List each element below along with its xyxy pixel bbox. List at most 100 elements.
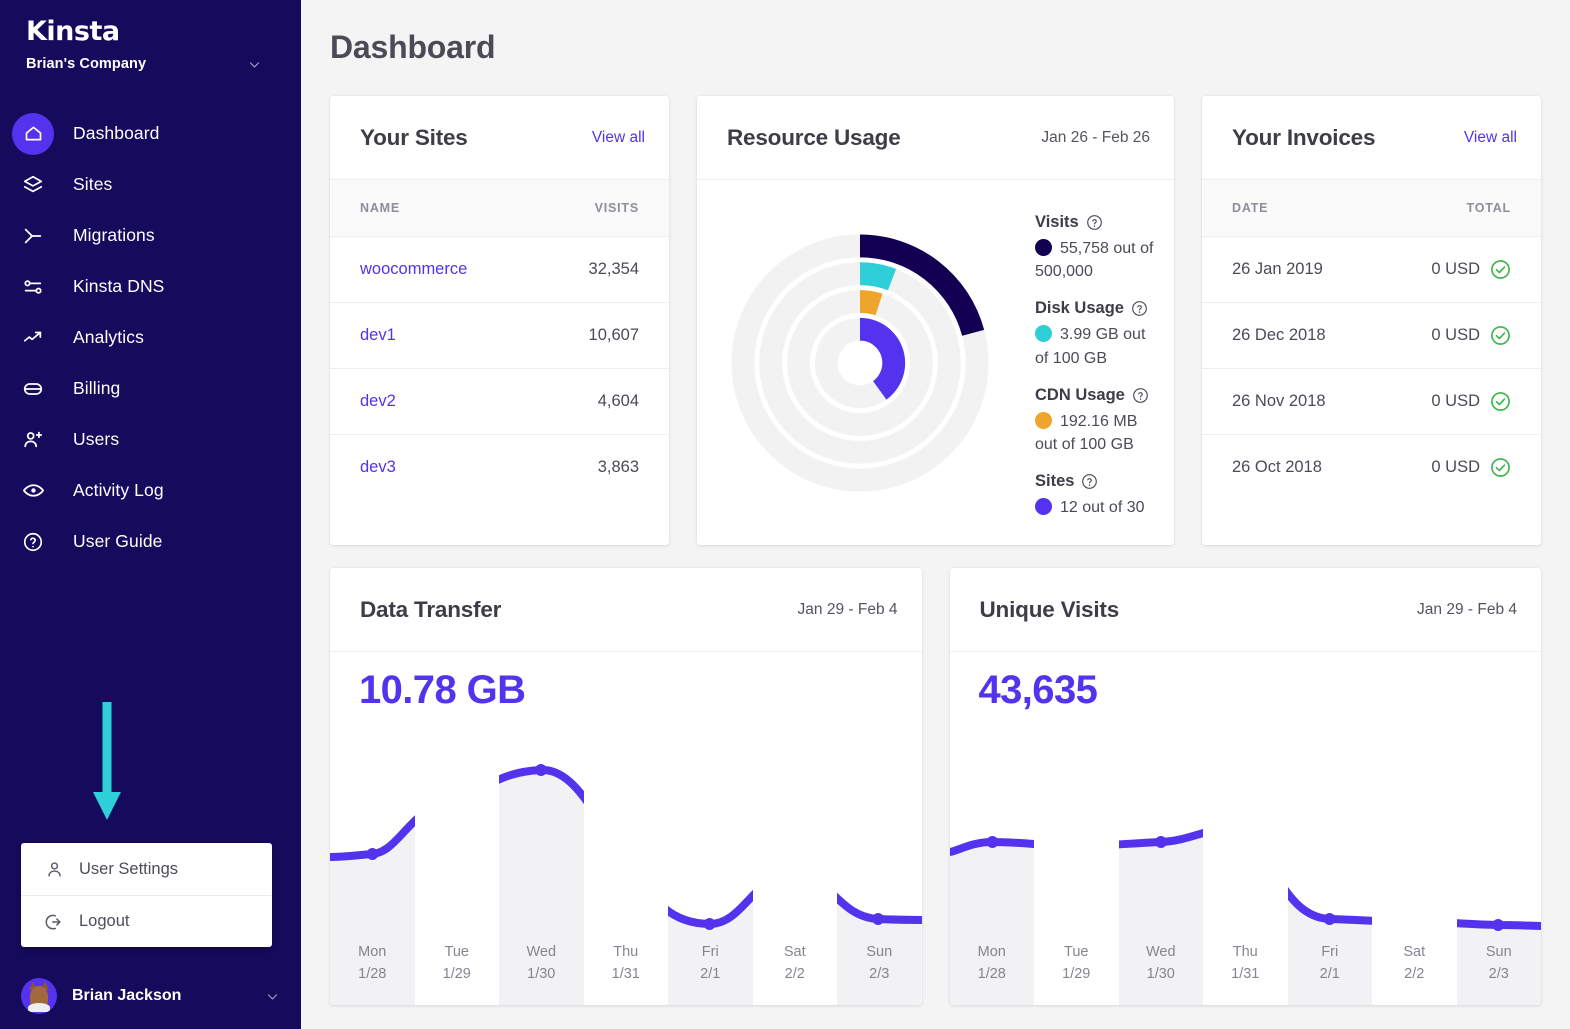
sidebar-item-user-guide[interactable]: User Guide <box>0 516 301 567</box>
help-icon[interactable] <box>1086 214 1103 231</box>
migrations-icon <box>12 215 54 257</box>
table-row: dev2 4,604 <box>330 368 669 435</box>
resource-donut-chart <box>697 180 1007 545</box>
legend-dot <box>1035 411 1052 429</box>
table-row: 26 Jan 2019 0 USD <box>1202 236 1541 303</box>
axis-day: Wed <box>526 944 557 961</box>
axis-date: 1/29 <box>1062 965 1091 982</box>
site-visits-cell: 3,863 <box>597 457 639 476</box>
your-invoices-card: Your Invoices View all DATE TOTAL 26 Jan… <box>1202 96 1541 545</box>
annotation-arrow-down-icon <box>92 702 122 822</box>
axis-day: Thu <box>1232 944 1258 961</box>
invoices-table: DATE TOTAL 26 Jan 2019 0 USD 26 Dec 2018… <box>1202 180 1541 500</box>
x-axis-labels: Mon 1/28 Tue 1/29 Wed 1/30 Thu 1/31 Fri 2/1 S… <box>950 922 1542 1005</box>
table-header-row: DATE TOTAL <box>1202 180 1541 237</box>
brand-block: Kinsta Brian's Company <box>0 0 301 72</box>
sidebar-item-label: Kinsta DNS <box>73 276 165 296</box>
dns-icon <box>12 266 54 308</box>
site-link[interactable]: dev2 <box>360 392 396 410</box>
sidebar-item-label: Activity Log <box>73 480 164 500</box>
legend-value-row: 12 out of 30 <box>1035 496 1158 519</box>
user-profile-row[interactable]: Brian Jackson <box>0 963 301 1029</box>
sidebar-item-label: Analytics <box>73 327 144 347</box>
menu-item-user-settings[interactable]: User Settings <box>21 843 272 895</box>
axis-day: Tue <box>1064 944 1089 961</box>
view-all-invoices-link[interactable]: View all <box>1464 129 1517 147</box>
menu-item-label: Logout <box>79 912 130 930</box>
kinsta-logo: Kinsta <box>26 16 120 47</box>
card-title: Unique Visits <box>979 596 1120 622</box>
axis-date: 1/29 <box>442 965 471 982</box>
menu-item-logout[interactable]: Logout <box>21 895 272 947</box>
axis-day: Mon <box>358 944 387 961</box>
menu-item-label: User Settings <box>79 859 179 878</box>
sidebar-item-billing[interactable]: Billing <box>0 363 301 414</box>
card-header: Your Sites View all <box>330 96 669 180</box>
card-header: Resource Usage Jan 26 - Feb 26 <box>697 96 1174 180</box>
person-icon <box>43 858 65 880</box>
legend-group-disk-usage: Disk Usage 3.99 GB out of 100 GB <box>1035 299 1158 369</box>
table-row: 26 Nov 2018 0 USD <box>1202 368 1541 435</box>
unique-visits-card: Unique Visits Jan 29 - Feb 4 43,635 Mon … <box>949 568 1542 1005</box>
paid-check-icon <box>1490 325 1511 346</box>
invoice-total: 0 USD <box>1431 325 1480 344</box>
sidebar-item-dashboard[interactable]: Dashboard <box>0 108 301 159</box>
invoice-date-cell: 26 Jan 2019 <box>1202 236 1380 303</box>
axis-date: 1/31 <box>1231 965 1260 982</box>
axis-tick: Tue 1/29 <box>1034 922 1119 1005</box>
legend-label: CDN Usage <box>1035 385 1125 404</box>
date-range-label: Jan 29 - Feb 4 <box>1417 600 1517 618</box>
axis-tick: Thu 1/31 <box>583 922 668 1005</box>
sidebar-item-sites[interactable]: Sites <box>0 159 301 210</box>
sidebar-item-label: User Guide <box>73 531 163 551</box>
axis-tick: Thu 1/31 <box>1203 922 1288 1005</box>
sidebar-item-kinsta-dns[interactable]: Kinsta DNS <box>0 261 301 312</box>
table-header-row: NAME VISITS <box>330 180 669 237</box>
chart-plot-area: 43,635 Mon 1/28 Tue 1/29 Wed 1/30 Thu 1/… <box>949 652 1542 1005</box>
question-icon <box>12 521 54 563</box>
site-link[interactable]: woocommerce <box>360 260 467 278</box>
axis-tick: Sat 2/2 <box>1372 922 1457 1005</box>
sidebar-item-users[interactable]: Users <box>0 414 301 465</box>
company-name: Brian's Company <box>26 56 147 72</box>
axis-date: 2/2 <box>784 965 805 982</box>
company-switcher[interactable]: Brian's Company <box>26 56 301 72</box>
chevron-down-icon <box>266 990 279 1003</box>
legend-value: 12 out of 30 <box>1060 499 1145 517</box>
invoice-date-cell: 26 Nov 2018 <box>1202 368 1380 435</box>
data-transfer-card: Data Transfer Jan 29 - Feb 4 10.78 GB Mo… <box>330 568 922 1005</box>
sidebar-item-activity-log[interactable]: Activity Log <box>0 465 301 516</box>
sidebar-item-analytics[interactable]: Analytics <box>0 312 301 363</box>
axis-day: Sat <box>783 944 806 961</box>
main-content: Dashboard Your Sites View all NAME VISIT… <box>301 0 1570 1029</box>
sidebar-item-migrations[interactable]: Migrations <box>0 210 301 261</box>
axis-tick: Wed 1/30 <box>499 922 584 1005</box>
sidebar: Kinsta Brian's Company Dashboard Sites M… <box>0 0 301 1029</box>
site-link[interactable]: dev1 <box>360 326 396 344</box>
view-all-sites-link[interactable]: View all <box>592 129 645 147</box>
site-name-cell: dev2 <box>330 368 535 435</box>
column-header-total: TOTAL <box>1379 180 1541 237</box>
axis-day: Sun <box>1485 944 1512 961</box>
help-icon[interactable] <box>1132 387 1149 404</box>
sidebar-item-label: Sites <box>73 174 113 194</box>
invoice-date-cell: 26 Oct 2018 <box>1232 457 1322 476</box>
help-icon[interactable] <box>1131 300 1148 317</box>
site-link[interactable]: dev3 <box>360 458 396 476</box>
resource-usage-card: Resource Usage Jan 26 - Feb 26 Visits 55… <box>697 96 1174 545</box>
legend-value-row: 55,758 out of 500,000 <box>1035 237 1158 283</box>
your-sites-card: Your Sites View all NAME VISITS woocomme… <box>330 96 669 545</box>
site-name-cell: dev3 <box>330 434 534 500</box>
legend-label: Visits <box>1035 213 1079 231</box>
user-dropdown-menu: User Settings Logout <box>21 843 272 947</box>
axis-date: 1/28 <box>358 965 387 982</box>
column-header-visits: VISITS <box>534 180 669 237</box>
legend-group-cdn-usage: CDN Usage 192.16 MB out of 100 GB <box>1035 386 1158 456</box>
paid-check-icon <box>1490 391 1511 412</box>
axis-date: 1/28 <box>977 965 1006 982</box>
axis-tick: Mon 1/28 <box>950 922 1035 1005</box>
help-icon[interactable] <box>1081 473 1098 490</box>
axis-date: 2/3 <box>869 965 890 982</box>
top-card-row: Your Sites View all NAME VISITS woocomme… <box>301 66 1570 545</box>
axis-day: Fri <box>701 944 719 961</box>
